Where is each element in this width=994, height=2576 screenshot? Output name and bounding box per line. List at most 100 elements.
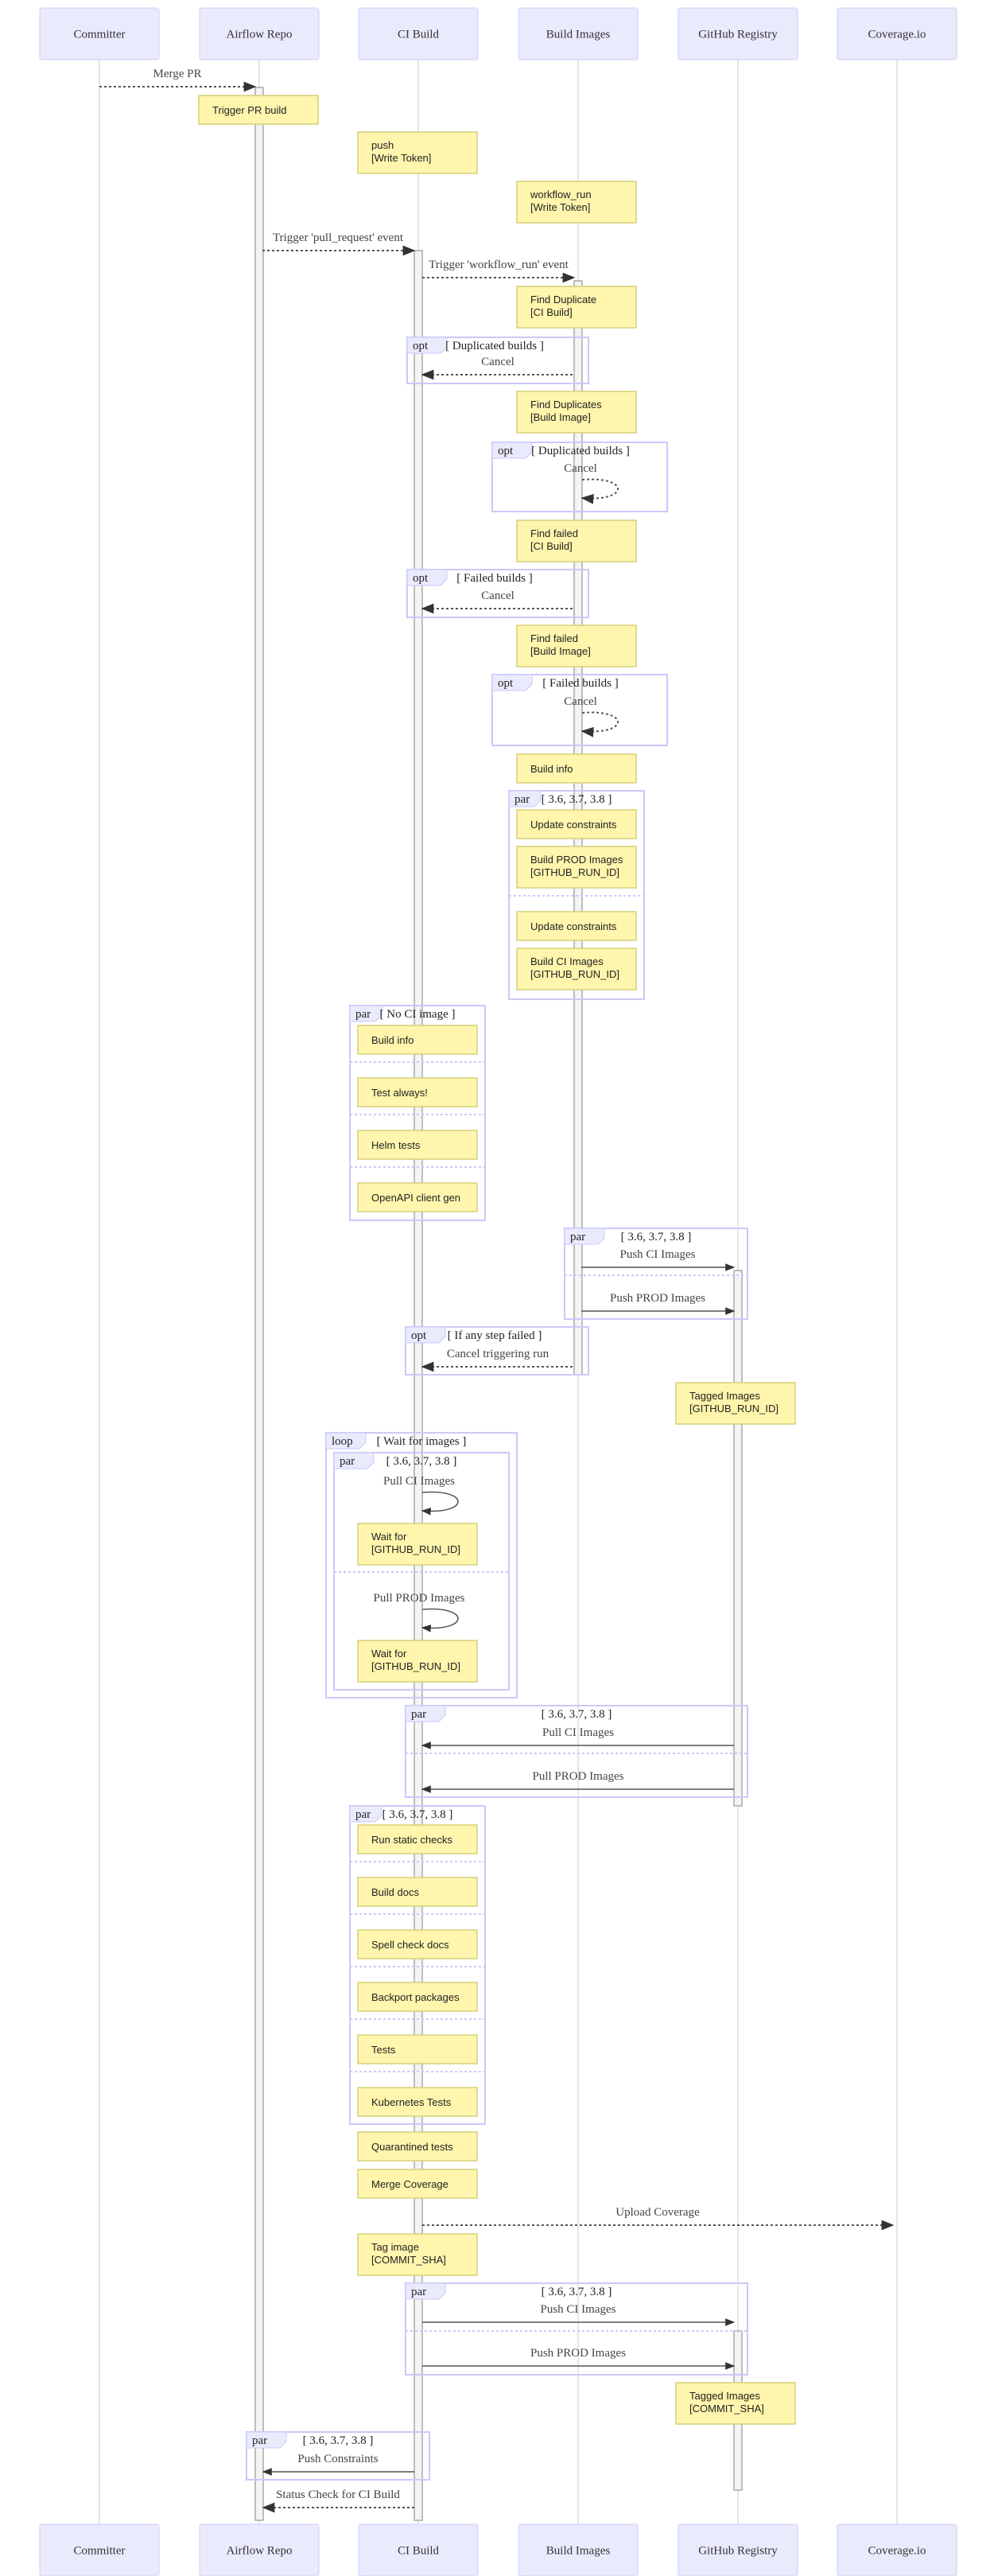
actor-label: Committer (74, 2545, 126, 2558)
message-build-to-ci: Cancel (421, 356, 573, 380)
note-ci: Test always! (357, 1077, 478, 1107)
note-text: Kubernetes Tests (371, 2096, 452, 2108)
frame-condition: [ Duplicated builds ] (531, 445, 630, 457)
message-label: Push CI Images (620, 1248, 696, 1261)
frames: opt [ Duplicated builds ] opt [ Duplicated … (246, 337, 748, 2481)
note-build: Build CI Images[GITHUB_RUN_ID] (516, 948, 637, 990)
note-ci: Wait for[GITHUB_RUN_ID] (357, 1523, 478, 1566)
note-text: [GITHUB_RUN_ID] (689, 1403, 779, 1414)
frame-condition: [ Duplicated builds ] (445, 340, 544, 352)
actor-label: CI Build (398, 2545, 440, 2558)
message-label: Cancel (564, 695, 597, 708)
note-text: Trigger PR build (212, 104, 286, 116)
message-build-to-build: Cancel (564, 462, 619, 504)
note-text: Build info (371, 1034, 414, 1046)
actor-label: Build Images (546, 2545, 611, 2558)
note-text: [GITHUB_RUN_ID] (530, 968, 619, 980)
actor-committer-bottom[interactable]: Committer (39, 2523, 160, 2576)
note-ci: Backport packages (357, 1982, 478, 2012)
frame-condition: [ If any step failed ] (448, 1329, 542, 1342)
actor-label: GitHub Registry (698, 2545, 778, 2558)
par-frame: par [ 3.6, 3.7, 3.8 ] (405, 1705, 748, 1798)
note-text: Backport packages (371, 1991, 460, 2003)
note-text: Helm tests (371, 1139, 421, 1151)
note-text: Quarantined tests (371, 2141, 453, 2153)
actor-registry-bottom[interactable]: GitHub Registry (678, 2523, 798, 2576)
sequence-diagram: opt [ Duplicated builds ] opt [ Duplicated … (39, 7, 957, 2576)
note-text: Tagged Images (689, 1390, 760, 1402)
actor-repo-top[interactable]: Airflow Repo (199, 7, 320, 60)
frame-keyword: par (252, 2434, 267, 2447)
frame-condition: [ 3.6, 3.7, 3.8 ] (621, 1231, 692, 1243)
frame-keyword: opt (413, 572, 429, 585)
frame-keyword: par (411, 2286, 426, 2298)
self-message-arrow (421, 1608, 459, 1632)
frame-keyword: par (514, 793, 530, 806)
message-build-to-ci: Cancel triggering run (421, 1348, 573, 1372)
actor-registry-top[interactable]: GitHub Registry (678, 7, 798, 60)
note-text: [GITHUB_RUN_ID] (371, 1543, 460, 1555)
note-text: Test always! (371, 1087, 428, 1099)
actor-label: GitHub Registry (698, 29, 778, 41)
message-label: Pull CI Images (542, 1726, 614, 1739)
note-ci: Tag image[COMMIT_SHA] (357, 2233, 478, 2276)
par-frame: par [ 3.6, 3.7, 3.8 ] (405, 2282, 748, 2376)
actor-label: Committer (74, 29, 126, 41)
note-text: [CI Build] (530, 306, 573, 318)
note-text: Wait for (371, 1648, 407, 1660)
actor-label: Coverage.io (868, 2545, 926, 2558)
actor-coverage-top[interactable]: Coverage.io (837, 7, 957, 60)
message-build-to-registry: Push PROD Images (581, 1292, 736, 1315)
frame-condition: [ 3.6, 3.7, 3.8 ] (303, 2434, 374, 2447)
note-build: Find Duplicates[Build Image] (516, 391, 637, 434)
frame-condition: [ No CI image ] (380, 1008, 456, 1021)
message-label: Push PROD Images (530, 2347, 626, 2360)
note-ci: Build info (357, 1025, 478, 1055)
frame-condition: [ Wait for images ] (377, 1435, 467, 1448)
note-text: [COMMIT_SHA] (371, 2254, 446, 2266)
message-label: Cancel (481, 356, 514, 368)
actor-ci-bottom[interactable]: CI Build (358, 2523, 479, 2576)
actor-build-bottom[interactable]: Build Images (518, 2523, 639, 2576)
frame-keyword: opt (498, 445, 514, 457)
actor-repo-bottom[interactable]: Airflow Repo (199, 2523, 320, 2576)
frame-keyword: par (411, 1708, 426, 1721)
message-ci-to-build: Trigger 'workflow_run' event (422, 259, 576, 283)
note-repo: Trigger PR build (198, 95, 319, 125)
note-registry: Tagged Images[GITHUB_RUN_ID] (675, 1382, 796, 1425)
note-text: Merge Coverage (371, 2178, 448, 2190)
note-build: Find failed[Build Image] (516, 625, 637, 667)
message-build-to-ci: Cancel (421, 590, 573, 614)
message-label: Pull PROD Images (373, 1592, 464, 1605)
note-text: Tests (371, 2044, 396, 2056)
actor-build-top[interactable]: Build Images (518, 7, 639, 60)
message-label: Push Constraints (297, 2453, 378, 2465)
actor-ci-top[interactable]: CI Build (358, 7, 479, 60)
self-message-arrow (580, 478, 619, 504)
frame-condition: [ 3.6, 3.7, 3.8 ] (542, 793, 612, 806)
note-text: [Write Token] (371, 152, 431, 164)
message-label: Cancel (564, 462, 597, 475)
frame-keyword: par (355, 1808, 371, 1821)
frame-keyword: par (355, 1008, 371, 1021)
message-ci-to-coverage: Upload Coverage (422, 2206, 895, 2231)
message-ci-to-repo: Push Constraints (262, 2453, 414, 2476)
note-text: Tag image (371, 2241, 419, 2253)
message-label: Pull CI Images (383, 1475, 455, 1488)
note-text: [COMMIT_SHA] (689, 2403, 764, 2415)
lifelines (99, 60, 898, 2524)
note-text: [Write Token] (530, 201, 590, 213)
message-label: Upload Coverage (615, 2206, 700, 2219)
activation-bar-repo (254, 87, 264, 2521)
actor-committer-top[interactable]: Committer (39, 7, 160, 60)
note-ci: Spell check docs (357, 1929, 478, 1959)
note-text: Build docs (371, 1886, 419, 1898)
note-text: Find Duplicates (530, 399, 602, 411)
actor-coverage-bottom[interactable]: Coverage.io (837, 2523, 957, 2576)
note-text: Update constraints (530, 920, 617, 932)
actor-label: Coverage.io (868, 29, 926, 41)
note-text: [Build Image] (530, 645, 591, 657)
note-text: Tagged Images (689, 2390, 760, 2402)
note-text: OpenAPI client gen (371, 1192, 460, 1204)
frame-keyword: loop (332, 1435, 353, 1448)
